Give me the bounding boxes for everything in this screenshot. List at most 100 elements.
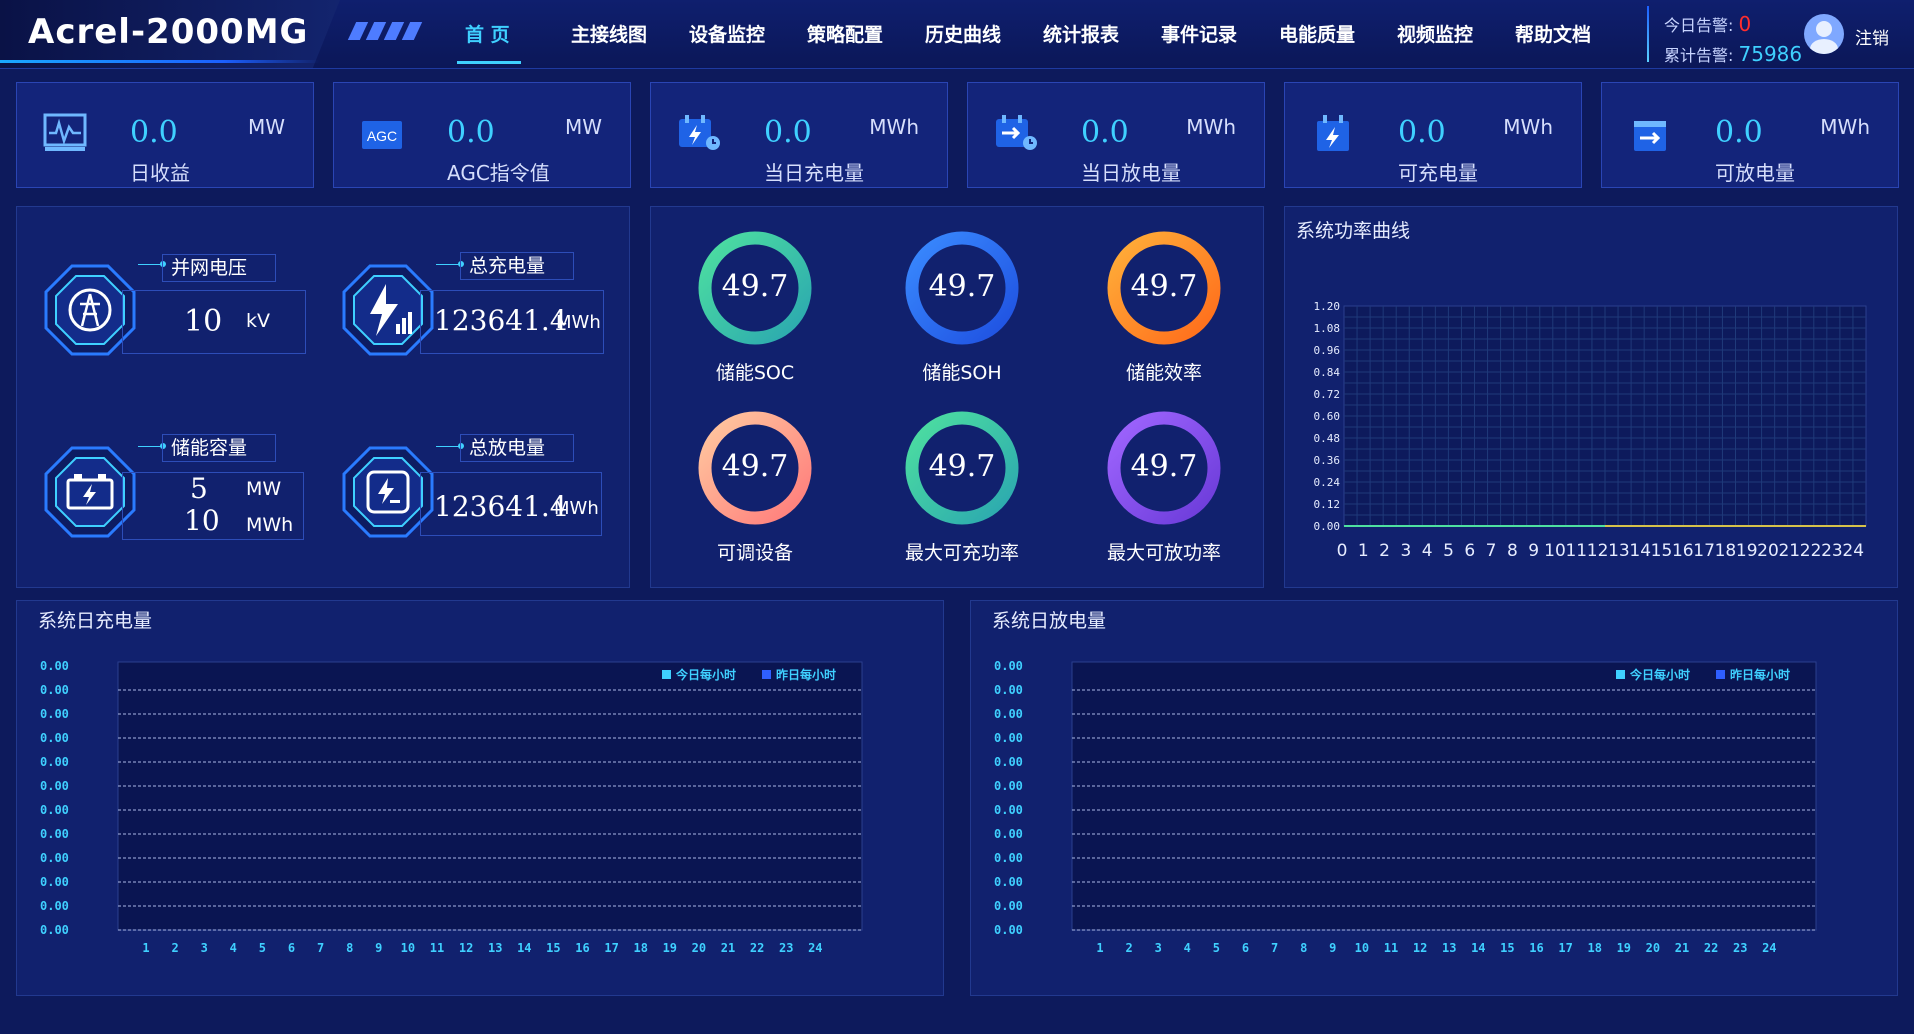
x-tick-label: 17 xyxy=(1558,941,1572,955)
kpi-value: 0.0 xyxy=(1081,115,1129,150)
x-tick-label: 1 xyxy=(1096,941,1103,955)
y-tick-label: 0.84 xyxy=(1314,366,1341,379)
nav-video-monitor[interactable]: 视频监控 xyxy=(1397,20,1473,47)
x-tick-label: 16 xyxy=(1529,941,1543,955)
x-tick-label: 10 xyxy=(1544,541,1566,561)
legend-label[interactable]: 今日每小时 xyxy=(1629,667,1690,682)
y-tick-label: 0.00 xyxy=(994,827,1023,841)
kpi-unit: MWh xyxy=(1503,115,1553,139)
y-tick-label: 0.00 xyxy=(40,851,69,865)
nav-history-curve[interactable]: 历史曲线 xyxy=(925,20,1001,47)
grid-voltage-value: 10 xyxy=(184,304,223,339)
y-tick-label: 0.00 xyxy=(994,659,1023,673)
y-tick-label: 1.20 xyxy=(1314,300,1341,313)
y-tick-label: 0.72 xyxy=(1314,388,1341,401)
x-tick-label: 21 xyxy=(721,941,735,955)
power-curve-chart: 1.20 1.08 0.96 0.84 0.72 0.60 0.48 0.36 0.24 0.12… xyxy=(1314,300,1867,561)
ring-label: 储能效率 xyxy=(1125,362,1202,384)
connector-line xyxy=(138,264,162,265)
y-tick-label: 0.00 xyxy=(994,683,1023,697)
daily-charge-chart: 0.00 0.00 0.00 0.00 0.00 0.00 0.00 0.00 0.00 0.00… xyxy=(40,659,863,955)
x-tick-label: 14 xyxy=(1629,541,1651,561)
kpi-card-daily-discharge: 0.0 MWh 当日放电量 xyxy=(967,82,1265,188)
kpi-label: 日收益 xyxy=(130,161,190,185)
x-tick-label: 16 xyxy=(575,941,589,955)
y-tick-label: 0.00 xyxy=(994,851,1023,865)
x-tick-label: 18 xyxy=(1587,941,1601,955)
x-tick-label: 20 xyxy=(692,941,706,955)
x-tick-label: 5 xyxy=(259,941,266,955)
kpi-label: 可充电量 xyxy=(1398,161,1478,185)
x-tick-label: 8 xyxy=(346,941,353,955)
storage-capacity-power-unit: MW xyxy=(246,478,282,500)
legend-label[interactable]: 昨日每小时 xyxy=(776,667,836,682)
x-tick-label: 2 xyxy=(1379,541,1390,561)
y-tick-label: 0.00 xyxy=(1314,520,1341,533)
connector-line xyxy=(436,264,460,265)
y-tick-label: 1.08 xyxy=(1314,322,1341,335)
chargeable-icon xyxy=(1317,115,1349,151)
nav-event-record[interactable]: 事件记录 xyxy=(1161,20,1237,47)
legend-label[interactable]: 今日每小时 xyxy=(675,667,736,682)
x-tick-label: 22 xyxy=(1800,541,1822,561)
user-avatar-icon[interactable] xyxy=(1804,14,1844,54)
total-alarm[interactable]: 累计告警: 75986 xyxy=(1664,42,1802,66)
x-tick-label: 1 xyxy=(1358,541,1369,561)
nav-help-docs[interactable]: 帮助文档 xyxy=(1515,20,1591,47)
x-tick-label: 11 xyxy=(1565,541,1587,561)
ring-value: 49.7 xyxy=(1130,449,1198,484)
kpi-value: 0.0 xyxy=(1398,115,1446,150)
y-tick-label: 0.00 xyxy=(994,755,1023,769)
x-tick-label: 9 xyxy=(1329,941,1336,955)
nav-main-wiring[interactable]: 主接线图 xyxy=(571,20,647,47)
x-tick-label: 17 xyxy=(1693,541,1715,561)
x-tick-label: 15 xyxy=(1651,541,1673,561)
x-tick-label: 7 xyxy=(1486,541,1497,561)
x-tick-label: 11 xyxy=(1384,941,1398,955)
x-tick-label: 22 xyxy=(1704,941,1718,955)
kpi-label: 可放电量 xyxy=(1715,161,1795,185)
agc-icon: AGC xyxy=(362,121,402,149)
x-tick-label: 1 xyxy=(142,941,149,955)
legend-swatch xyxy=(1616,670,1625,679)
nav-strategy-config[interactable]: 策略配置 xyxy=(807,20,883,47)
nav-active-indicator xyxy=(457,61,521,64)
y-tick-label: 0.00 xyxy=(40,875,69,889)
x-tick-label: 3 xyxy=(201,941,208,955)
kpi-label: 当日放电量 xyxy=(1081,161,1181,185)
legend-swatch xyxy=(762,670,771,679)
x-tick-label: 13 xyxy=(1442,941,1456,955)
logout-button[interactable]: 注销 xyxy=(1855,24,1889,49)
y-tick-label: 0.24 xyxy=(1314,476,1341,489)
nav-power-quality[interactable]: 电能质量 xyxy=(1279,20,1355,47)
today-alarm[interactable]: 今日告警: 0 xyxy=(1664,12,1751,36)
discharge-calendar-icon xyxy=(996,115,1037,150)
grid-voltage-label: 并网电压 xyxy=(162,254,276,282)
y-tick-label: 0.96 xyxy=(1314,344,1341,357)
y-tick-label: 0.00 xyxy=(40,659,69,673)
total-alarm-value: 75986 xyxy=(1738,42,1803,66)
x-tick-label: 21 xyxy=(1778,541,1800,561)
kpi-card-chargeable: 0.0 MWh 可充电量 xyxy=(1284,82,1582,188)
legend-label[interactable]: 昨日每小时 xyxy=(1730,667,1790,682)
y-tick-label: 0.00 xyxy=(994,707,1023,721)
ring-label: 储能SOH xyxy=(922,362,1002,384)
ring-label: 可调设备 xyxy=(716,542,793,564)
x-tick-label: 5 xyxy=(1443,541,1454,561)
alarm-divider xyxy=(1647,6,1649,62)
y-tick-label: 0.12 xyxy=(1314,498,1341,511)
y-tick-label: 0.00 xyxy=(40,755,69,769)
nav-statistics-report[interactable]: 统计报表 xyxy=(1043,20,1119,47)
x-tick-label: 15 xyxy=(1500,941,1514,955)
y-tick-label: 0.00 xyxy=(994,779,1023,793)
x-tick-label: 14 xyxy=(1471,941,1485,955)
nav-device-monitor[interactable]: 设备监控 xyxy=(689,20,765,47)
total-charge-unit: MWh xyxy=(556,312,601,333)
x-tick-label: 18 xyxy=(633,941,647,955)
nav-home[interactable]: 首 页 xyxy=(465,20,510,47)
kpi-card-daily-charge: 0.0 MWh 当日充电量 xyxy=(650,82,948,188)
x-tick-label: 10 xyxy=(401,941,415,955)
x-tick-label: 23 xyxy=(779,941,793,955)
x-tick-label: 11 xyxy=(430,941,444,955)
storage-capacity-label: 储能容量 xyxy=(162,434,276,462)
